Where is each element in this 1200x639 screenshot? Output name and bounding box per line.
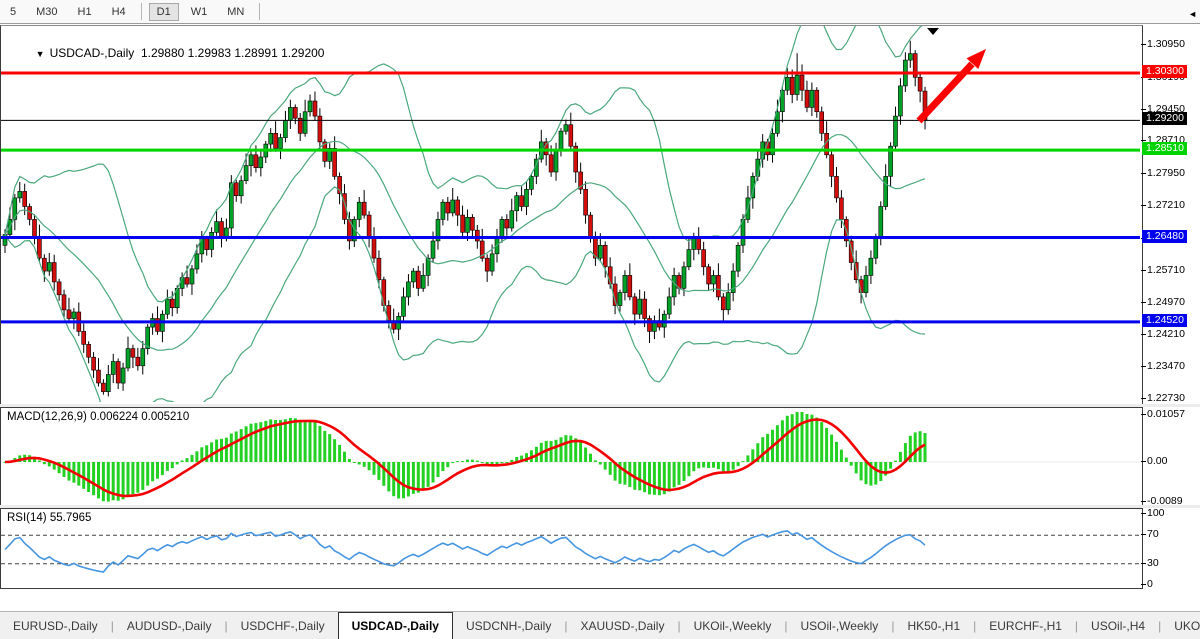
red-arrow-annotation — [919, 49, 986, 121]
macd-label: MACD(12,26,9) 0.006224 0.005210 — [7, 411, 189, 423]
mt4-window: 5M30 H1H4 D1W1MN ▼ USDCAD-,Daily 1.29880 1.… — [0, 0, 1200, 638]
axis-tick-label: 70 — [1147, 528, 1159, 540]
candles-layer — [3, 41, 927, 397]
ohlc-values: 1.29880 1.29983 1.28991 1.29200 — [141, 46, 325, 60]
axis-tick-label: 0 — [1147, 578, 1153, 590]
timeframe-button-h4[interactable]: H4 — [104, 3, 134, 21]
timeframe-button-h1[interactable]: H1 — [70, 3, 100, 21]
axis-tick-label: 1.27950 — [1147, 167, 1185, 179]
price-level-label: 1.29200 — [1142, 112, 1187, 125]
tab-scroll-left-icon[interactable]: ◄ — [1188, 9, 1197, 19]
candlestick-chart[interactable] — [1, 26, 1140, 402]
timeframe-button-mn[interactable]: MN — [219, 3, 252, 21]
axis-tick-label: 1.24970 — [1147, 296, 1185, 308]
axis-tick-label: 1.27210 — [1147, 199, 1185, 211]
axis-tick-label: 30 — [1147, 557, 1159, 569]
timeframe-button-5[interactable]: 5 — [2, 3, 24, 21]
chart-tab-ukoil-h4[interactable]: UKOil-,H4 — [1161, 612, 1200, 639]
timeframe-button-d1[interactable]: D1 — [149, 3, 179, 21]
rsi-chart[interactable] — [1, 509, 1140, 586]
chart-tab-audusd-daily[interactable]: AUDUSD-,Daily — [114, 612, 225, 639]
timeframe-button-w1[interactable]: W1 — [183, 3, 216, 21]
axis-tick-label: 1.23470 — [1147, 360, 1185, 372]
chart-tab-eurchf-h1[interactable]: EURCHF-,H1 — [976, 612, 1075, 639]
chart-tab-ukoil-weekly[interactable]: UKOil-,Weekly — [681, 612, 785, 639]
axis-tick-label: 1.28710 — [1147, 134, 1185, 146]
axis-tick-label: 1.24210 — [1147, 328, 1185, 340]
collapse-triangle-icon[interactable]: ▼ — [36, 49, 45, 59]
symbol-name: USDCAD-,Daily — [50, 46, 135, 60]
price-level-label: 1.26480 — [1142, 230, 1187, 243]
toolbar-separator — [259, 3, 260, 20]
axis-tick-label: 0.00 — [1147, 455, 1167, 467]
timeframe-button-m30[interactable]: M30 — [28, 3, 65, 21]
chart-region[interactable]: ▼ USDCAD-,Daily 1.29880 1.29983 1.28991 1… — [0, 24, 1200, 610]
chart-tab-eurusd-daily[interactable]: EURUSD-,Daily — [0, 612, 111, 639]
down-triangle-marker — [927, 28, 939, 35]
macd-pane[interactable]: MACD(12,26,9) 0.006224 0.005210 — [0, 407, 1143, 506]
price-level-label: 1.28510 — [1142, 142, 1187, 155]
chart-tab-usdchf-daily[interactable]: USDCHF-,Daily — [228, 612, 338, 639]
axis-tick-label: 0.01057 — [1147, 408, 1185, 420]
chart-tab-usdcad-daily[interactable]: USDCAD-,Daily — [338, 612, 453, 639]
toolbar-separator — [141, 3, 142, 20]
axis-tick-label: 1.30950 — [1147, 38, 1185, 50]
chart-tab-usoil-weekly[interactable]: USOil-,Weekly — [788, 612, 892, 639]
rsi-label: RSI(14) 55.7965 — [7, 512, 91, 524]
axis-tick-label: 1.22730 — [1147, 392, 1185, 404]
axis-tick-label: 100 — [1147, 507, 1165, 519]
axis-tick-label: 1.29450 — [1147, 103, 1185, 115]
timeframe-toolbar: 5M30 H1H4 D1W1MN — [0, 0, 1200, 24]
axis-tick-label: 1.25710 — [1147, 264, 1185, 276]
chart-tab-usdcnh-daily[interactable]: USDCNH-,Daily — [453, 612, 564, 639]
symbol-ohlc-line: ▼ USDCAD-,Daily 1.29880 1.29983 1.28991 1… — [9, 32, 324, 74]
price-level-label: 1.24520 — [1142, 314, 1187, 327]
chart-tab-hk50-h1[interactable]: HK50-,H1 — [894, 612, 973, 639]
main-price-pane[interactable]: ▼ USDCAD-,Daily 1.29880 1.29983 1.28991 1… — [0, 25, 1143, 405]
axis-tick-label: 1.26450 — [1147, 232, 1185, 244]
axis-tick-label: 1.30190 — [1147, 71, 1185, 83]
price-level-label: 1.30300 — [1142, 65, 1187, 78]
rsi-pane[interactable]: RSI(14) 55.7965 — [0, 508, 1143, 589]
chart-tab-usoil-h4[interactable]: USOil-,H4 — [1078, 612, 1158, 639]
chart-tab-xauusd-daily[interactable]: XAUUSD-,Daily — [567, 612, 677, 639]
chart-tab-bar: EURUSD-,Daily|AUDUSD-,Daily|USDCHF-,Dail… — [0, 611, 1200, 639]
